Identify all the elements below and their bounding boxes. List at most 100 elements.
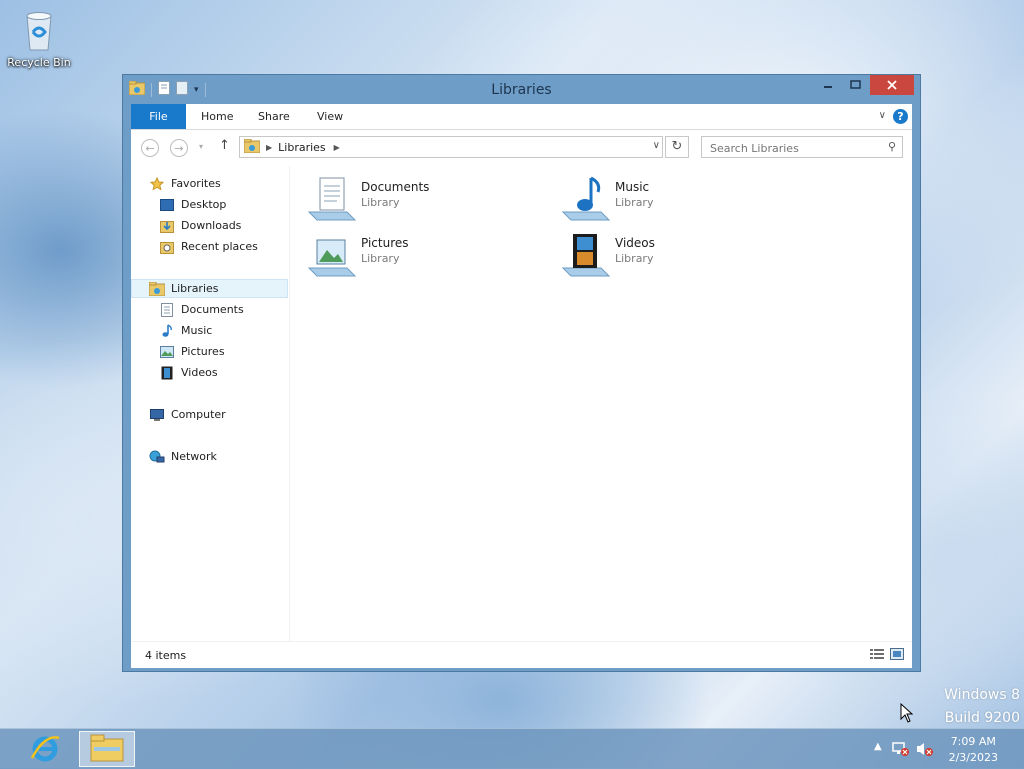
mouse-pointer-icon — [900, 702, 914, 726]
libraries-icon — [243, 138, 261, 156]
nav-item-libraries[interactable]: Libraries — [131, 279, 288, 298]
nav-label: Videos — [181, 366, 218, 379]
item-name: Music — [615, 180, 650, 194]
window-title: Libraries — [491, 82, 552, 98]
watermark-line2: Build 9200 — [944, 710, 1020, 726]
file-explorer-icon — [90, 734, 124, 765]
item-name: Pictures — [361, 236, 409, 250]
window-controls — [814, 75, 914, 95]
item-type: Library — [615, 196, 654, 209]
breadcrumb-separator-icon[interactable]: ▶ — [334, 143, 340, 152]
item-type: Library — [361, 252, 400, 265]
item-count: 4 items — [145, 649, 187, 662]
recent-places-icon — [159, 239, 175, 255]
large-icons-view-icon[interactable] — [890, 648, 904, 660]
address-bar[interactable]: ▶ Libraries ▶ ∨ — [239, 136, 663, 158]
clock[interactable]: 7:09 AM 2/3/2023 — [949, 734, 998, 766]
item-name: Videos — [615, 236, 655, 250]
title-bar[interactable]: ▾ Libraries — [123, 75, 920, 104]
nav-label: Downloads — [181, 219, 242, 232]
breadcrumb-separator-icon[interactable]: ▶ — [266, 143, 272, 152]
internet-explorer-button[interactable] — [17, 731, 73, 767]
nav-label: Music — [181, 324, 213, 337]
nav-item-favorites[interactable]: Favorites — [131, 174, 306, 193]
windows-watermark: Windows 8 Build 9200 — [944, 684, 1020, 730]
navigation-pane: Favorites Desktop Downloads Recent place… — [131, 166, 290, 641]
pictures-library-icon — [307, 230, 357, 280]
search-icon[interactable]: ⚲ — [888, 140, 896, 153]
tab-file[interactable]: File — [131, 104, 186, 129]
ribbon-tabs: File Home Share View ∨ ? — [131, 104, 912, 130]
clock-time: 7:09 AM — [950, 735, 996, 748]
nav-item-desktop[interactable]: Desktop — [131, 195, 316, 214]
recycle-bin-icon — [19, 6, 59, 54]
tab-home[interactable]: Home — [201, 104, 233, 129]
window-body: Favorites Desktop Downloads Recent place… — [131, 166, 912, 641]
recycle-bin-label: Recycle Bin — [7, 56, 71, 69]
recycle-bin-shortcut[interactable]: Recycle Bin — [4, 6, 74, 69]
item-name: Documents — [361, 180, 430, 194]
explorer-window: ▾ Libraries File Home Share View ∨ ? ← →… — [122, 74, 921, 672]
breadcrumb-libraries[interactable]: Libraries — [278, 141, 326, 154]
network-icon — [149, 449, 165, 465]
nav-item-network[interactable]: Network — [131, 447, 306, 466]
library-item-music[interactable]: Music Library — [561, 174, 801, 226]
search-box[interactable]: ⚲ — [701, 136, 903, 158]
nav-item-music[interactable]: Music — [131, 321, 316, 340]
nav-item-computer[interactable]: Computer — [131, 405, 306, 424]
maximize-button[interactable] — [842, 75, 870, 95]
library-item-pictures[interactable]: Pictures Library — [307, 230, 547, 282]
recent-locations-chevron-icon[interactable]: ▾ — [199, 142, 203, 151]
videos-library-icon — [561, 230, 611, 280]
documents-icon — [159, 302, 175, 318]
item-type: Library — [615, 252, 654, 265]
nav-label: Documents — [181, 303, 244, 316]
status-bar: 4 items — [131, 641, 912, 668]
file-explorer-button[interactable] — [79, 731, 135, 767]
nav-label: Libraries — [171, 282, 219, 295]
videos-icon — [159, 365, 175, 381]
minimize-button[interactable] — [814, 75, 842, 95]
address-dropdown-chevron-icon[interactable]: ∨ — [653, 140, 660, 151]
forward-button[interactable]: → — [170, 139, 188, 157]
file-list: Documents Library Music Library Pictures… — [301, 166, 912, 641]
network-status-icon[interactable] — [891, 741, 909, 757]
nav-item-downloads[interactable]: Downloads — [131, 216, 316, 235]
internet-explorer-icon — [29, 732, 61, 767]
desktop-icon — [159, 197, 175, 213]
nav-item-documents[interactable]: Documents — [131, 300, 316, 319]
pictures-icon — [159, 344, 175, 360]
music-note-icon — [159, 323, 175, 339]
nav-label: Desktop — [181, 198, 227, 211]
nav-item-pictures[interactable]: Pictures — [131, 342, 316, 361]
volume-muted-icon[interactable] — [915, 741, 933, 757]
back-button[interactable]: ← — [141, 139, 159, 157]
up-button[interactable]: ↑ — [219, 138, 230, 153]
details-view-icon[interactable] — [870, 648, 884, 660]
nav-label: Pictures — [181, 345, 225, 358]
navigation-bar: ← → ▾ ↑ ▶ Libraries ▶ ∨ ↻ ⚲ — [131, 130, 912, 166]
tab-share[interactable]: Share — [258, 104, 290, 129]
nav-label: Recent places — [181, 240, 258, 253]
libraries-icon — [149, 281, 165, 297]
nav-label: Computer — [171, 408, 226, 421]
expand-ribbon-chevron-icon[interactable]: ∨ — [879, 110, 886, 121]
star-icon — [149, 176, 165, 192]
item-type: Library — [361, 196, 400, 209]
library-item-documents[interactable]: Documents Library — [307, 174, 547, 226]
music-library-icon — [561, 174, 611, 224]
documents-library-icon — [307, 174, 357, 224]
library-item-videos[interactable]: Videos Library — [561, 230, 801, 282]
close-button[interactable] — [870, 75, 914, 95]
refresh-button[interactable]: ↻ — [665, 136, 689, 158]
nav-label: Favorites — [171, 177, 221, 190]
nav-item-recent-places[interactable]: Recent places — [131, 237, 316, 256]
show-hidden-icons-chevron-icon[interactable]: ▲ — [874, 741, 882, 752]
downloads-icon — [159, 218, 175, 234]
tab-view[interactable]: View — [317, 104, 343, 129]
search-input[interactable] — [708, 138, 882, 158]
clock-date: 2/3/2023 — [948, 751, 998, 764]
help-icon[interactable]: ? — [893, 109, 908, 124]
nav-item-videos[interactable]: Videos — [131, 363, 316, 382]
taskbar: ▲ 7:09 AM 2/3/2023 — [0, 728, 1024, 769]
